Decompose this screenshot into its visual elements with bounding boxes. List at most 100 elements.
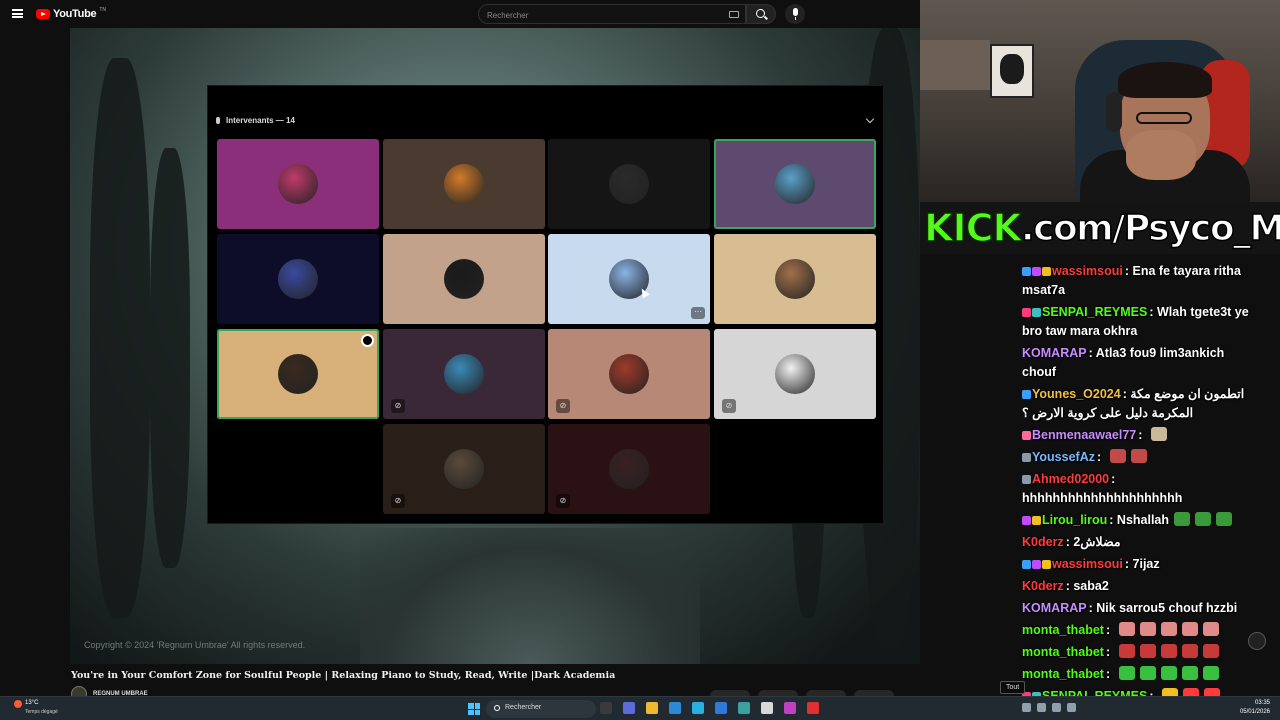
chat-username[interactable]: K0derz	[1022, 535, 1064, 549]
taskbar-app-icon[interactable]	[623, 702, 635, 714]
hamburger-menu-icon[interactable]	[12, 9, 23, 18]
video-left-margin	[0, 28, 70, 664]
chat-emote-icon	[1202, 622, 1219, 636]
stream-chat: wassimsoui: Ena fe tayara ritha msat7a SE…	[1022, 262, 1258, 709]
chat-username[interactable]: Ahmed02000	[1032, 472, 1109, 486]
weather-description[interactable]: Temps dégagé	[25, 709, 58, 715]
chat-message: K0derz: saba2	[1022, 577, 1258, 596]
taskbar-app-icon[interactable]	[761, 702, 773, 714]
chat-text: hhhhhhhhhhhhhhhhhhhhh	[1022, 491, 1183, 505]
chat-text: Nik sarrou5 chouf hzzbi	[1096, 601, 1238, 615]
chat-message: Ahmed02000: hhhhhhhhhhhhhhhhhhhhh	[1022, 470, 1258, 508]
taskbar-app-icon[interactable]	[784, 702, 796, 714]
windows-start-icon[interactable]	[468, 703, 480, 715]
chat-username[interactable]: SENPAI_REYMES	[1042, 305, 1147, 319]
chat-username[interactable]: monta_thabet	[1022, 645, 1104, 659]
chevron-down-icon[interactable]	[865, 114, 875, 124]
participant-avatar	[444, 354, 484, 394]
chat-text: 7ijaz	[1132, 557, 1160, 571]
chat-badge-icon	[1032, 267, 1041, 276]
chat-separator: :	[1105, 623, 1114, 637]
participant-tile[interactable]	[217, 329, 379, 419]
taskbar-search[interactable]: Rechercher	[486, 700, 596, 718]
participant-tile[interactable]: ⊘	[548, 329, 710, 419]
search-input[interactable]	[479, 6, 745, 25]
chat-emote-icon	[1160, 622, 1177, 636]
chat-username[interactable]: YoussefAz	[1032, 450, 1095, 464]
chat-username[interactable]: KOMARAP	[1022, 346, 1087, 360]
system-tray	[1022, 703, 1076, 712]
participant-tile[interactable]	[383, 234, 545, 324]
taskbar-app-icon[interactable]	[600, 702, 612, 714]
youtube-logo-tm: TN	[99, 7, 106, 13]
participant-tile[interactable]: ⊘	[383, 424, 545, 514]
taskbar-app-icon[interactable]	[646, 702, 658, 714]
participant-tile[interactable]	[548, 139, 710, 229]
participant-tile[interactable]: ···	[548, 234, 710, 324]
webcam-glasses	[1136, 112, 1192, 124]
kick-banner: KICK .com/Psyco_M	[920, 202, 1280, 254]
chat-username[interactable]: KOMARAP	[1022, 601, 1087, 615]
youtube-logo[interactable]: YouTube TN	[36, 7, 106, 20]
live-stream-icon	[361, 334, 374, 347]
mouse-cursor-icon	[638, 286, 650, 299]
youtube-play-icon	[36, 9, 50, 19]
participant-tile[interactable]	[217, 234, 379, 324]
taskbar-clock[interactable]: 03:35 05/01/2026	[1240, 699, 1270, 717]
taskbar-app-icon[interactable]	[692, 702, 704, 714]
chat-username[interactable]: Younes_O2024	[1032, 387, 1121, 401]
video-title[interactable]: You're in Your Comfort Zone for Soulful …	[71, 670, 615, 681]
voice-search-button[interactable]	[785, 4, 805, 24]
search-button[interactable]	[746, 4, 776, 24]
participant-tile[interactable]	[217, 139, 379, 229]
forest-path	[360, 528, 700, 664]
taskbar-search-icon	[494, 705, 500, 711]
chat-message: K0derz: مضلاش2	[1022, 533, 1258, 552]
speakers-header[interactable]: Intervenants — 14	[216, 116, 295, 125]
participant-avatar	[278, 259, 318, 299]
participant-tile[interactable]: ⊘	[548, 424, 710, 514]
chat-message: Lirou_lirou: Nshallah	[1022, 511, 1258, 530]
webcam-shelf	[920, 40, 990, 90]
chat-message: KOMARAP: Nik sarrou5 chouf hzzbi	[1022, 599, 1258, 618]
weather-temperature[interactable]: 13°C	[25, 700, 38, 706]
tray-chevron-icon[interactable]	[1022, 703, 1031, 712]
participant-tile[interactable]	[383, 139, 545, 229]
chat-separator: :	[1124, 264, 1133, 278]
taskbar-app-icon[interactable]	[669, 702, 681, 714]
weather-icon[interactable]	[14, 700, 22, 708]
participant-avatar	[775, 259, 815, 299]
tray-network-icon[interactable]	[1037, 703, 1046, 712]
participant-tile[interactable]: ⊘	[714, 329, 876, 419]
muted-mic-icon: ⊘	[391, 399, 405, 413]
chat-username[interactable]: wassimsoui	[1052, 557, 1123, 571]
chat-username[interactable]: Lirou_lirou	[1042, 513, 1107, 527]
tray-battery-icon[interactable]	[1067, 703, 1076, 712]
chat-emote-icon	[1118, 666, 1135, 680]
participant-avatar	[609, 354, 649, 394]
chat-emote-icon	[1202, 644, 1219, 658]
chat-username[interactable]: wassimsoui	[1052, 264, 1123, 278]
participant-tile[interactable]: ⊘	[383, 329, 545, 419]
tray-volume-icon[interactable]	[1052, 703, 1061, 712]
chat-separator: :	[1105, 645, 1114, 659]
more-options-icon[interactable]: ···	[691, 307, 705, 319]
taskbar-app-icon[interactable]	[807, 702, 819, 714]
participant-avatar	[609, 164, 649, 204]
chat-separator: :	[1109, 513, 1117, 527]
chat-username[interactable]: K0derz	[1022, 579, 1064, 593]
kick-brand-text: KICK	[923, 205, 1022, 251]
participant-avatar	[278, 354, 318, 394]
keyboard-icon[interactable]	[729, 11, 739, 18]
chat-username[interactable]: monta_thabet	[1022, 667, 1104, 681]
participant-tile[interactable]	[714, 139, 876, 229]
video-copyright: Copyright © 2024 'Regnum Umbrae' All rig…	[84, 640, 306, 650]
microphone-icon	[792, 8, 798, 20]
speaker-mic-icon	[216, 117, 220, 124]
chat-username[interactable]: Benmenaawael77	[1032, 428, 1136, 442]
participant-tile[interactable]	[714, 234, 876, 324]
chat-username[interactable]: monta_thabet	[1022, 623, 1104, 637]
taskbar-app-icon[interactable]	[715, 702, 727, 714]
chat-badge-icon	[1022, 390, 1031, 399]
taskbar-app-icon[interactable]	[738, 702, 750, 714]
